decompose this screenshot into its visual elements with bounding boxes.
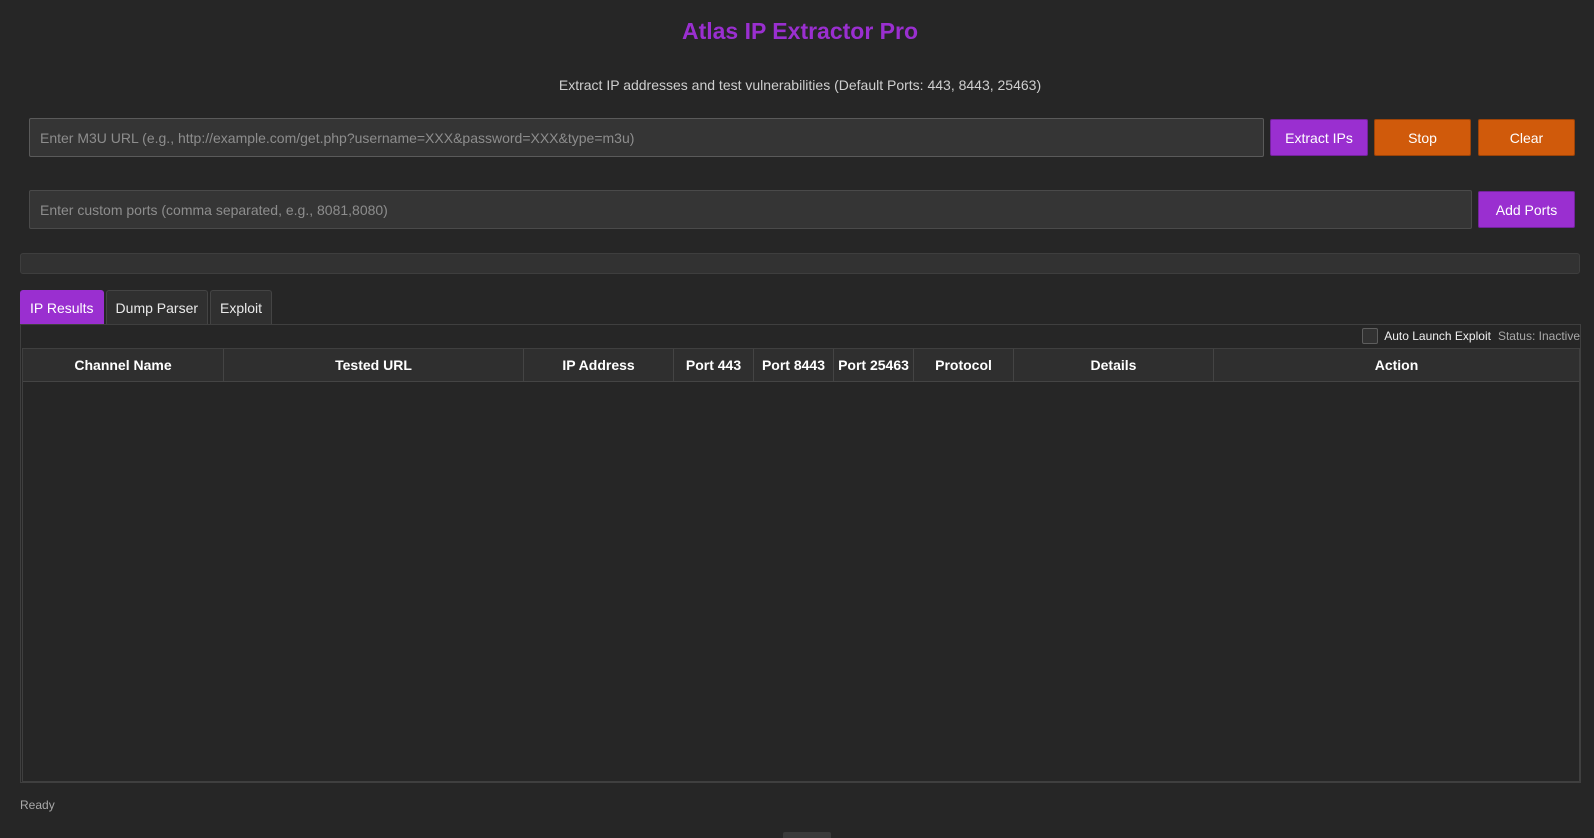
tab-bar: IP Results Dump Parser Exploit [20,290,274,325]
table-header: Channel Name Tested URL IP Address Port … [23,349,1579,382]
column-header-details[interactable]: Details [1014,349,1214,381]
status-bar-text: Ready [20,798,55,812]
custom-ports-input[interactable] [29,190,1472,229]
m3u-url-input[interactable] [29,118,1264,157]
extract-ips-button[interactable]: Extract IPs [1270,119,1368,156]
progress-bar [20,253,1580,274]
column-header-port-25463[interactable]: Port 25463 [834,349,914,381]
column-header-ip-address[interactable]: IP Address [524,349,674,381]
tab-exploit[interactable]: Exploit [210,290,273,324]
auto-launch-row: Auto Launch Exploit Status: Inactive [1362,325,1580,347]
column-header-channel-name[interactable]: Channel Name [23,349,224,381]
stop-button[interactable]: Stop [1374,119,1471,156]
column-header-protocol[interactable]: Protocol [914,349,1014,381]
app-subtitle: Extract IP addresses and test vulnerabil… [558,77,1042,93]
exploit-status-label: Status: Inactive [1497,329,1580,343]
auto-launch-label: Auto Launch Exploit [1384,329,1491,343]
ip-results-panel: Auto Launch Exploit Status: Inactive Cha… [20,324,1581,783]
add-ports-button[interactable]: Add Ports [1478,191,1575,228]
resize-handle[interactable] [783,832,831,838]
column-header-port-443[interactable]: Port 443 [674,349,754,381]
app-title: Atlas IP Extractor Pro [681,18,919,44]
ip-results-table: Channel Name Tested URL IP Address Port … [22,348,1580,782]
column-header-tested-url[interactable]: Tested URL [224,349,524,381]
main-window: Atlas IP Extractor Pro Extract IP addres… [0,0,1594,838]
clear-button[interactable]: Clear [1478,119,1575,156]
column-header-port-8443[interactable]: Port 8443 [754,349,834,381]
column-header-action[interactable]: Action [1214,349,1579,381]
auto-launch-checkbox[interactable] [1362,328,1379,344]
tab-dump-parser[interactable]: Dump Parser [105,290,209,324]
tab-ip-results[interactable]: IP Results [20,290,104,324]
